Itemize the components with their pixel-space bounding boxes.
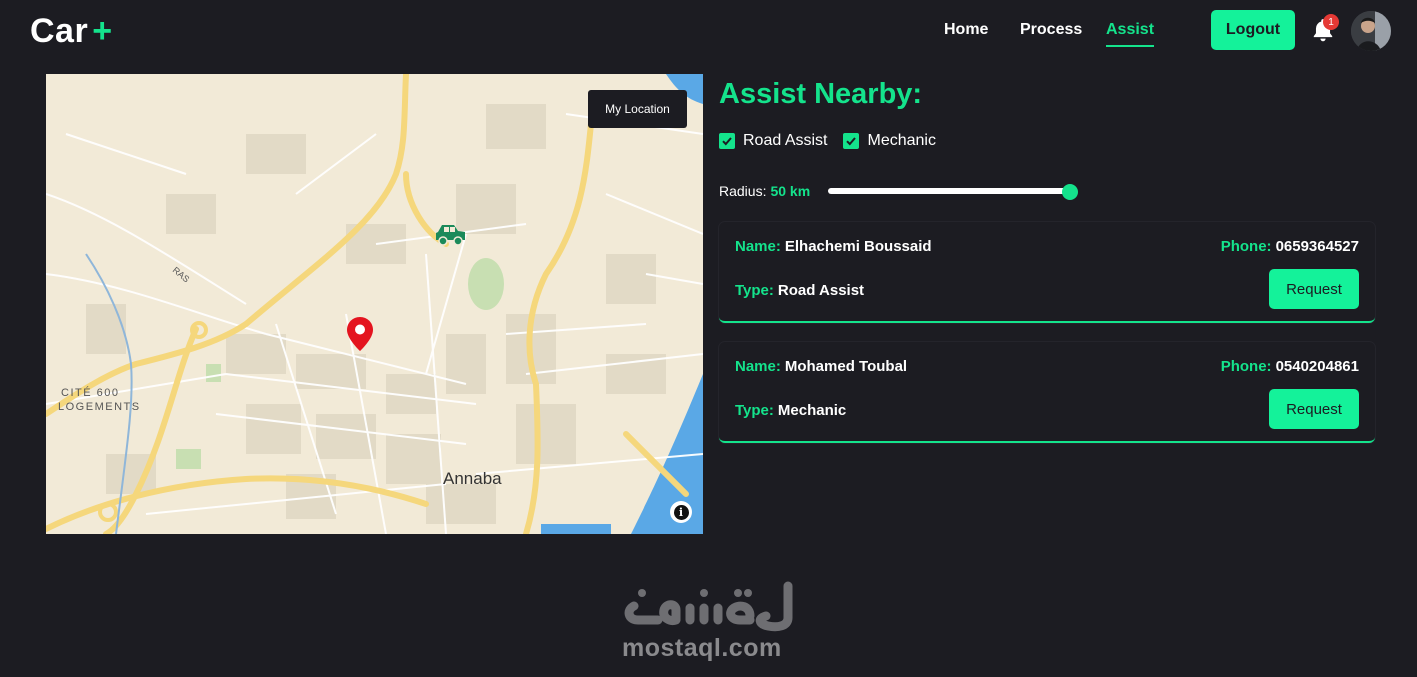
park-area-2 <box>176 449 201 469</box>
nav-assist[interactable]: Assist <box>1106 21 1155 47</box>
app-logo[interactable]: Car + <box>30 12 113 51</box>
provider-name: Name: Mohamed Toubal <box>735 358 907 375</box>
phone-value: 0540204861 <box>1275 358 1359 375</box>
watermark-logo <box>624 581 793 632</box>
name-key: Name: <box>735 358 781 375</box>
type-value: Mechanic <box>777 402 847 419</box>
page-title: Assist Nearby: <box>719 78 923 110</box>
radius-value: 50 km <box>770 183 811 199</box>
avatar[interactable] <box>1351 11 1391 51</box>
mechanic-label: Mechanic <box>867 132 936 149</box>
request-button[interactable]: Request <box>1269 269 1359 309</box>
map-canvas: Annaba CITÉ 600 LOGEMENTS RAS <box>46 74 703 534</box>
radius-readout: Radius: 50 km <box>719 183 810 199</box>
map-label-district-1: CITÉ 600 <box>61 386 119 399</box>
checkmark-icon <box>722 137 732 146</box>
park-area-3 <box>206 364 221 382</box>
port-water <box>541 524 611 534</box>
provider-phone: Phone: 0659364527 <box>1221 238 1359 255</box>
map-view[interactable]: Annaba CITÉ 600 LOGEMENTS RAS <box>46 74 703 534</box>
radius-slider-thumb[interactable] <box>1062 184 1078 200</box>
provider-type: Type: Road Assist <box>735 282 864 299</box>
my-location-button[interactable]: My Location <box>588 90 687 128</box>
provider-card: Name: Mohamed Toubal Phone: 0540204861 Typ… <box>719 342 1375 443</box>
watermark-text: mostaql.com <box>622 634 782 662</box>
provider-phone: Phone: 0540204861 <box>1221 358 1359 375</box>
phone-value: 0659364527 <box>1275 238 1359 255</box>
radius-label: Radius: <box>719 183 767 199</box>
provider-card: Name: Elhachemi Boussaid Phone: 0659364527… <box>719 222 1375 323</box>
road-assist-checkbox[interactable] <box>719 133 735 149</box>
nav-home[interactable]: Home <box>944 21 988 39</box>
logo-plus: + <box>92 12 113 50</box>
filter-road-assist[interactable]: Road Assist <box>719 132 827 150</box>
name-value: Elhachemi Boussaid <box>784 238 932 255</box>
provider-name: Name: Elhachemi Boussaid <box>735 238 932 255</box>
provider-type: Type: Mechanic <box>735 402 846 419</box>
mechanic-checkbox[interactable] <box>843 133 860 149</box>
phone-key: Phone: <box>1220 238 1272 255</box>
request-button[interactable]: Request <box>1269 389 1359 429</box>
phone-key: Phone: <box>1220 358 1272 375</box>
type-value: Road Assist <box>777 282 865 299</box>
notification-badge: 1 <box>1323 14 1339 30</box>
map-label-district-2: LOGEMENTS <box>58 401 141 413</box>
type-filters: Road Assist Mechanic <box>719 132 952 150</box>
logo-text: Car <box>30 12 89 50</box>
name-value: Mohamed Toubal <box>784 358 908 375</box>
radius-slider[interactable] <box>828 188 1072 194</box>
type-key: Type: <box>735 402 774 419</box>
city-blocks <box>86 104 666 524</box>
map-label-city: Annaba <box>443 469 502 488</box>
map-info-button[interactable]: i <box>670 501 692 523</box>
road-assist-label: Road Assist <box>743 132 828 149</box>
park-area <box>468 258 504 310</box>
logout-button[interactable]: Logout <box>1211 10 1295 50</box>
info-icon: i <box>673 504 689 520</box>
nav-process[interactable]: Process <box>1020 21 1082 39</box>
filter-mechanic[interactable]: Mechanic <box>843 132 936 150</box>
checkmark-icon <box>846 137 857 146</box>
type-key: Type: <box>735 282 774 299</box>
name-key: Name: <box>735 238 781 255</box>
